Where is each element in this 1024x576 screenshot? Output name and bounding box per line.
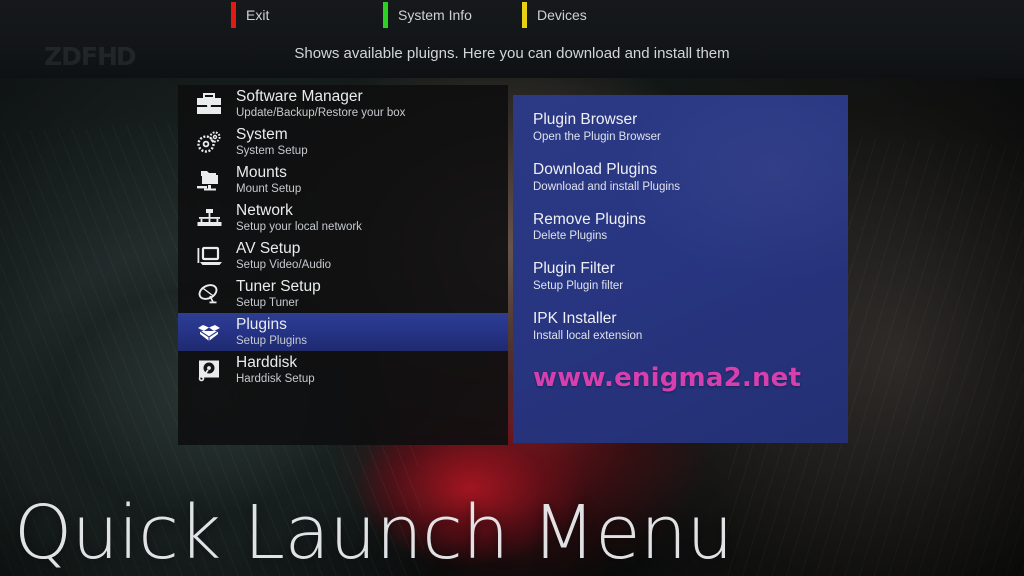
menu-item-subtitle: Harddisk Setup: [236, 373, 315, 386]
menu-item-text: Mounts Mount Setup: [236, 163, 302, 196]
menu-item-network[interactable]: Network Setup your local network: [178, 199, 508, 237]
menu-item-title: Network: [236, 201, 293, 219]
submenu-item-download-plugins[interactable]: Download Plugins Download and install Pl…: [513, 161, 848, 193]
top-bar: ZDFHD Exit System Info Devices Shows ava…: [0, 0, 1024, 78]
color-key-bar: Exit System Info Devices: [0, 0, 1024, 30]
menu-item-text: Software Manager Update/Backup/Restore y…: [236, 87, 406, 120]
submenu-item-subtitle: Open the Plugin Browser: [533, 130, 661, 143]
menu-item-plugins[interactable]: Plugins Setup Plugins: [178, 313, 508, 351]
harddisk-icon: [191, 355, 227, 385]
satellite-dish-icon: [191, 279, 227, 309]
plugins-submenu-panel: Plugin Browser Open the Plugin Browser D…: [513, 95, 848, 443]
menu-item-subtitle: System Setup: [236, 145, 308, 158]
network-tree-icon: [191, 203, 227, 233]
submenu-item-title: Remove Plugins: [533, 210, 646, 228]
menu-item-text: Plugins Setup Plugins: [236, 315, 307, 348]
submenu-item-title: Plugin Browser: [533, 111, 638, 128]
submenu-item-plugin-browser[interactable]: Plugin Browser Open the Plugin Browser: [513, 111, 848, 143]
menu-item-subtitle: Setup Plugins: [236, 335, 307, 348]
menu-item-tuner-setup[interactable]: Tuner Setup Setup Tuner: [178, 275, 508, 313]
submenu-item-remove-plugins[interactable]: Remove Plugins Delete Plugins: [513, 211, 848, 243]
menu-item-text: Harddisk Harddisk Setup: [236, 353, 315, 386]
help-text: Shows available pluigns. Here you can do…: [294, 45, 730, 62]
menu-item-subtitle: Update/Backup/Restore your box: [236, 107, 406, 120]
color-key-system-info[interactable]: System Info: [383, 2, 472, 28]
toolbox-icon: [191, 89, 227, 119]
yellow-key-bar-icon: [522, 2, 527, 28]
submenu-item-subtitle: Setup Plugin filter: [533, 280, 624, 293]
submenu-item-title: Download Plugins: [533, 160, 658, 178]
menu-item-text: System System Setup: [236, 125, 308, 158]
submenu-item-title: Plugin Filter: [533, 260, 615, 278]
menu-item-subtitle: Setup Tuner: [236, 297, 299, 310]
submenu-item-ipk-installer[interactable]: IPK Installer Install local extension: [513, 310, 848, 342]
menu-item-title: AV Setup: [236, 239, 301, 257]
tv-screen: ZDFHD Exit System Info Devices Shows ava…: [0, 0, 1024, 576]
open-box-icon: [191, 317, 227, 347]
menu-item-text: Network Setup your local network: [236, 201, 362, 234]
menu-item-text: Tuner Setup Setup Tuner: [236, 277, 321, 310]
quick-launch-menu-list: Software Manager Update/Backup/Restore y…: [178, 85, 508, 445]
menu-item-subtitle: Mount Setup: [236, 183, 302, 196]
menu-item-system[interactable]: System System Setup: [178, 123, 508, 161]
menu-item-title: Harddisk: [236, 353, 298, 371]
submenu-item-subtitle: Download and install Plugins: [533, 180, 681, 193]
menu-item-text: AV Setup Setup Video/Audio: [236, 239, 332, 272]
page-title: Quick Launch Menu: [14, 490, 733, 576]
menu-item-title: System: [236, 125, 288, 143]
submenu-item-subtitle: Delete Plugins: [533, 230, 608, 243]
menu-item-av-setup[interactable]: AV Setup Setup Video/Audio: [178, 237, 508, 275]
red-key-bar-icon: [231, 2, 236, 28]
menu-item-title: Plugins: [236, 315, 287, 333]
submenu-item-title: IPK Installer: [533, 310, 617, 328]
menu-item-title: Tuner Setup: [236, 277, 321, 295]
menu-item-title: Mounts: [236, 163, 287, 181]
color-key-system-info-label: System Info: [398, 7, 472, 23]
menu-item-mounts[interactable]: Mounts Mount Setup: [178, 161, 508, 199]
submenu-item-subtitle: Install local extension: [533, 330, 643, 343]
green-key-bar-icon: [383, 2, 388, 28]
color-key-exit[interactable]: Exit: [231, 2, 269, 28]
color-key-exit-label: Exit: [246, 7, 270, 23]
menu-item-subtitle: Setup Video/Audio: [236, 259, 332, 272]
color-key-devices[interactable]: Devices: [522, 2, 587, 28]
menu-item-title: Software Manager: [236, 87, 363, 105]
menu-item-harddisk[interactable]: Harddisk Harddisk Setup: [178, 351, 508, 389]
laptop-icon: [191, 241, 227, 271]
folder-monitor-icon: [191, 165, 227, 195]
color-key-devices-label: Devices: [537, 7, 587, 23]
submenu-item-plugin-filter[interactable]: Plugin Filter Setup Plugin filter: [513, 260, 848, 292]
gears-icon: [191, 127, 227, 157]
menu-item-subtitle: Setup your local network: [236, 221, 362, 234]
menu-item-software-manager[interactable]: Software Manager Update/Backup/Restore y…: [178, 85, 508, 123]
site-watermark: www.enigma2.net: [533, 363, 802, 393]
